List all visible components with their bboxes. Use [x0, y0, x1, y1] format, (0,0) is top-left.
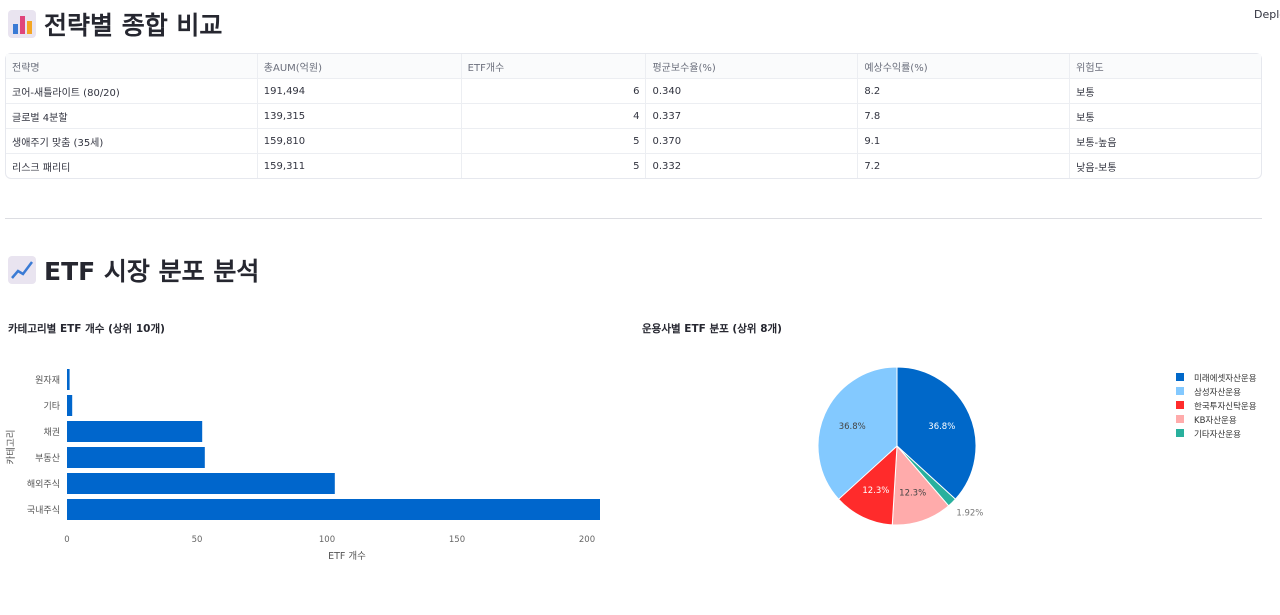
legend-swatch	[1176, 387, 1184, 395]
y-tick-label: 채권	[43, 426, 60, 438]
y-tick-label: 해외주식	[27, 478, 60, 490]
legend-swatch	[1176, 415, 1184, 423]
table-cell: 159,810	[257, 129, 462, 154]
table-row: 생애주기 맞춤 (35세) 159,810 5 0.370 9.1 보통-높음	[6, 129, 1261, 154]
y-tick-label: 기타	[43, 401, 60, 412]
table-cell: 0.337	[646, 104, 859, 129]
table-cell: 5	[461, 129, 647, 154]
table-cell: 리스크 패리티	[6, 154, 258, 178]
table-cell: 7.2	[858, 154, 1071, 178]
column-header[interactable]: 총AUM(억원)	[257, 54, 462, 79]
table-cell: 0.332	[646, 154, 859, 178]
x-tick-label: 0	[64, 535, 69, 545]
table-cell: 159,311	[258, 154, 462, 178]
category-bar-chart: 원자재기타채권부동산해외주식국내주식 0 50 100 150 200 ETF 개수 카테고리	[6, 369, 600, 562]
bar-chart-icon	[8, 10, 36, 38]
x-axis-label: ETF 개수	[328, 551, 366, 562]
table-cell: 9.1	[858, 129, 1071, 154]
table-cell: 6	[461, 79, 647, 104]
x-tick-label: 100	[319, 535, 335, 545]
table-row: 글로벌 4분할 139,315 4 0.337 7.8 보통	[6, 104, 1261, 129]
divider	[5, 218, 1262, 219]
deploy-button[interactable]: Deploy	[1254, 8, 1280, 21]
legend-item: 기타자산운용	[1194, 429, 1241, 440]
section-title-strategy: 전략별 종합 비교	[8, 6, 222, 42]
x-tick-label: 50	[192, 535, 203, 545]
column-header[interactable]: 예상수익률(%)	[858, 54, 1071, 79]
table-cell: 보통	[1070, 104, 1261, 129]
legend-swatch	[1176, 401, 1184, 409]
section-title-text: 전략별 종합 비교	[44, 11, 223, 40]
pie-label: 12.3%	[862, 486, 889, 496]
table-cell: 글로벌 4분할	[6, 104, 258, 129]
table-row: 리스크 패리티 159,311 5 0.332 7.2 낮음-보통	[6, 154, 1261, 178]
legend-item: 삼성자산운용	[1194, 387, 1241, 398]
section-title-text: ETF 시장 분포 분석	[44, 257, 260, 286]
bar-기타	[67, 395, 73, 416]
table-cell: 191,494	[257, 79, 462, 104]
y-tick-label: 국내주식	[27, 505, 60, 516]
table-cell: 0.340	[646, 79, 859, 104]
pie-chart-title: 운용사별 ETF 분포 (상위 8개)	[642, 323, 782, 335]
bar-채권	[67, 421, 203, 442]
bar-부동산	[67, 447, 205, 468]
column-header[interactable]: ETF개수	[461, 54, 647, 79]
column-header[interactable]: 위험도	[1070, 54, 1261, 79]
legend-swatch	[1176, 429, 1184, 437]
table-row: 코어-새틀라이트 (80/20) 191,494 6 0.340 8.2 보통	[6, 79, 1261, 104]
legend-item: 미래에셋자산운용	[1194, 373, 1257, 384]
trend-chart-icon	[8, 256, 36, 284]
table-cell: 0.370	[646, 129, 859, 154]
table-cell: 5	[462, 154, 647, 178]
table-cell: 생애주기 맞춤 (35세)	[6, 129, 258, 154]
column-header[interactable]: 전략명	[6, 54, 258, 79]
table-cell: 4	[461, 104, 647, 129]
table-cell: 7.8	[858, 104, 1071, 129]
x-tick-label: 200	[579, 535, 595, 545]
bar-원자재	[67, 369, 70, 390]
table-cell: 보통	[1070, 79, 1261, 104]
pie-label: 1.92%	[956, 509, 983, 519]
y-tick-label: 부동산	[35, 453, 60, 464]
table-cell: 8.2	[858, 79, 1071, 104]
pie-label: 36.8%	[928, 422, 955, 432]
bar-해외주식	[67, 473, 335, 494]
bar-국내주식	[67, 499, 600, 520]
table-cell: 낮음-보통	[1076, 162, 1117, 174]
legend-item: KB자산운용	[1194, 415, 1237, 426]
bar-chart-title: 카테고리별 ETF 개수 (상위 10개)	[8, 323, 165, 335]
manager-pie-chart: 36.8% 1.92% 12.3% 12.3% 36.8% 미래에셋자산운용삼성자산운용한…	[817, 366, 1257, 526]
pie-label: 12.3%	[899, 488, 926, 498]
table-cell: 139,315	[257, 104, 462, 129]
section-title-market: ETF 시장 분포 분석	[8, 252, 259, 288]
pie-label: 36.8%	[839, 422, 866, 432]
column-header[interactable]: 평균보수율(%)	[646, 54, 859, 79]
y-tick-label: 원자재	[35, 375, 60, 386]
legend-item: 한국투자신탁운용	[1194, 401, 1257, 412]
table-cell: 코어-새틀라이트 (80/20)	[6, 79, 258, 104]
table-cell: 보통-높음	[1070, 129, 1261, 154]
strategy-table: 전략명 총AUM(억원) ETF개수 평균보수율(%) 예상수익률(%) 위험도 코어-새…	[5, 53, 1262, 179]
y-axis-label: 카테고리	[6, 430, 17, 465]
x-tick-label: 150	[449, 535, 465, 545]
legend-swatch	[1176, 373, 1184, 381]
